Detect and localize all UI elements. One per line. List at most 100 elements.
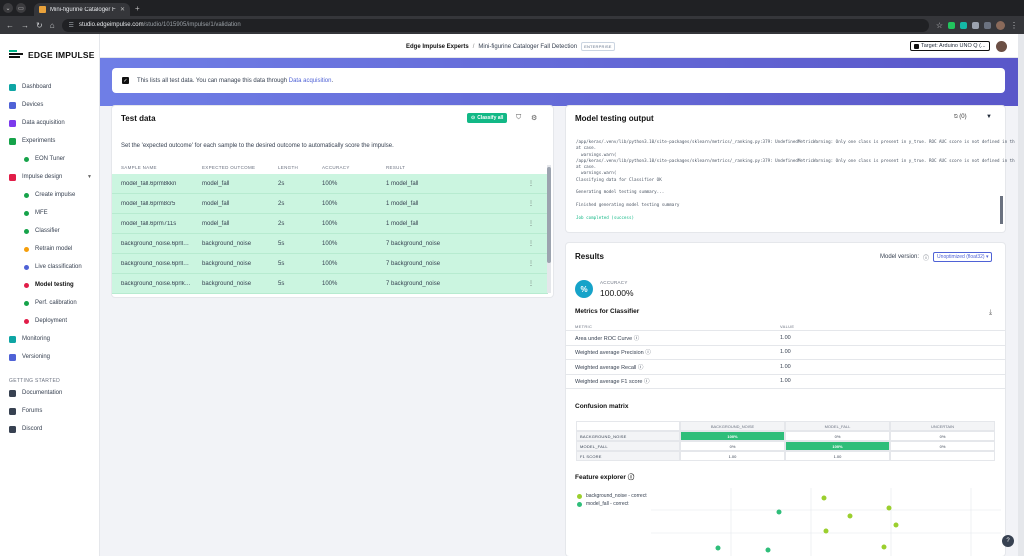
bell-off-icon: ⍉: [954, 114, 958, 120]
filter-icon[interactable]: ⛉: [516, 114, 521, 122]
metric-value: 1.00: [780, 334, 791, 341]
reload-icon[interactable]: ↻: [36, 21, 43, 30]
extension-icon[interactable]: [948, 21, 955, 29]
row-menu-icon[interactable]: ⋮: [516, 280, 546, 287]
sidebar-item-impulse-design[interactable]: Impulse design ▼: [0, 168, 100, 186]
settings-gear-icon[interactable]: ⚙: [531, 114, 537, 122]
table-row[interactable]: model_fall.6prm8kkn model_fall 2s 100% 1 mod…: [112, 174, 548, 194]
sidebar-item-create-impulse[interactable]: Create impulse: [0, 186, 100, 204]
classify-icon: ⊙: [471, 115, 476, 121]
legend-item[interactable]: model_fall - correct: [577, 500, 647, 508]
collapse-caret-icon[interactable]: ▼: [986, 114, 992, 120]
model-testing-icon: [24, 282, 29, 288]
col-sample-name[interactable]: SAMPLE NAME: [112, 165, 192, 173]
edge-impulse-logo-icon: [9, 50, 23, 60]
cell-accuracy: 100%: [322, 280, 338, 287]
data-acquisition-icon: [9, 119, 16, 127]
log-scrollbar[interactable]: [1000, 196, 1003, 224]
sidebar-item-monitoring[interactable]: Monitoring: [0, 330, 100, 348]
extension-icon[interactable]: [960, 21, 967, 29]
output-filter-button[interactable]: ⍉ (0): [954, 114, 967, 121]
browser-menu-icon[interactable]: ⋮: [1010, 21, 1018, 30]
col-result[interactable]: RESULT: [386, 165, 516, 173]
url-path: /studio/1015905/impulse/1/validation: [143, 22, 241, 28]
download-icon[interactable]: ⤓: [989, 309, 992, 317]
breadcrumb-project[interactable]: Mini-figurine Cataloger Fall Detection: [478, 44, 577, 50]
sidebar-item-discord[interactable]: Discord: [0, 420, 100, 438]
sidebar-item-retrain-model[interactable]: Retrain model: [0, 240, 100, 258]
row-menu-icon[interactable]: ⋮: [516, 180, 546, 187]
accuracy-label: ACCURACY: [600, 280, 628, 285]
user-avatar[interactable]: [996, 41, 1007, 52]
metrics-title: Metrics for Classifier: [575, 308, 640, 315]
table-row[interactable]: background_noise.6prlkm... background_noi…: [112, 274, 548, 294]
sidebar-item-eon-tuner[interactable]: EON Tuner: [0, 150, 100, 168]
percent-icon: %: [575, 280, 593, 298]
metric-row: Area under ROC Curve ⓘ 1.00: [566, 331, 1005, 346]
output-title: Model testing output: [575, 114, 654, 123]
logo[interactable]: EDGE IMPULSE: [0, 34, 99, 64]
sidebar-item-classifier[interactable]: Classifier: [0, 222, 100, 240]
new-tab-icon[interactable]: +: [135, 4, 140, 13]
target-device-button[interactable]: Target: Arduino UNO Q (...: [910, 41, 990, 51]
sidebar-item-data-acquisition[interactable]: Data acquisition: [0, 114, 100, 132]
bookmark-star-icon[interactable]: ☆: [936, 21, 943, 30]
row-menu-icon[interactable]: ⋮: [516, 240, 546, 247]
sidebar-item-deployment[interactable]: Deployment: [0, 312, 100, 330]
sidepanel-icon[interactable]: [984, 21, 991, 29]
browser-tab[interactable]: Mini-figurine Cataloger Fall De ✕: [34, 3, 130, 16]
sidebar-item-perf-calibration[interactable]: Perf. calibration: [0, 294, 100, 312]
table-scrollbar[interactable]: [547, 165, 551, 293]
legend-item[interactable]: background_noise - correct: [577, 492, 647, 500]
window-menu-icon[interactable]: ⌄: [3, 3, 13, 13]
output-log: /app/keras/.venv/lib/python3.10/site-pac…: [576, 139, 1015, 221]
cell-result: 7 background_noise: [386, 280, 441, 287]
sidebar-item-dashboard[interactable]: Dashboard: [0, 78, 100, 96]
sidebar-item-forums[interactable]: Forums: [0, 402, 100, 420]
sidebar-item-model-testing[interactable]: Model testing: [0, 276, 100, 294]
legend-swatch: [577, 493, 582, 499]
experiments-icon: [9, 137, 16, 145]
row-menu-icon[interactable]: ⋮: [516, 220, 546, 227]
sidebar-item-versioning[interactable]: Versioning: [0, 348, 100, 366]
sidebar-item-devices[interactable]: Devices: [0, 96, 100, 114]
site-info-icon[interactable]: ☰: [69, 22, 74, 29]
url-input[interactable]: ☰ studio.edgeimpulse.com/studio/1015905/…: [61, 18, 929, 32]
col-expected-outcome[interactable]: EXPECTED OUTCOME: [192, 165, 278, 173]
log-line: /app/keras/.venv/lib/python3.10/site-pac…: [576, 139, 1015, 144]
sidebar-item-documentation[interactable]: Documentation: [0, 384, 100, 402]
col-length[interactable]: LENGTH: [278, 165, 322, 173]
cell-result: 1 model_fall: [386, 220, 419, 227]
model-version-select[interactable]: Unoptimized (float32) ▾: [933, 252, 993, 262]
browser-tab-bar: ⌄ ▭ Mini-figurine Cataloger Fall De ✕ +: [0, 0, 1024, 16]
row-menu-icon[interactable]: ⋮: [516, 200, 546, 207]
breadcrumb-org[interactable]: Edge Impulse Experts: [406, 44, 469, 50]
data-acquisition-link[interactable]: Data acquisition: [289, 78, 332, 84]
back-icon[interactable]: ←: [6, 21, 14, 30]
profile-avatar[interactable]: [996, 20, 1005, 30]
classify-all-button[interactable]: ⊙ Classify all: [467, 113, 508, 123]
page-scrollbar[interactable]: [1018, 34, 1024, 556]
cm-cell: [890, 451, 995, 461]
close-tab-icon[interactable]: ✕: [120, 6, 125, 13]
help-chat-icon[interactable]: ?: [1002, 535, 1014, 547]
table-row[interactable]: background_noise.6prll426 background_nois…: [112, 254, 548, 274]
tab-groups-icon[interactable]: ▭: [16, 3, 26, 13]
table-row[interactable]: model_fall.6prm711s model_fall 2s 100% 1 mod…: [112, 214, 548, 234]
forward-icon[interactable]: →: [21, 21, 29, 30]
metric-name: Weighted average F1 score: [575, 379, 643, 386]
home-icon[interactable]: ⌂: [50, 21, 55, 30]
dashboard-icon: [9, 83, 16, 91]
table-row[interactable]: model_fall.6prm8cr5 model_fall 2s 100% 1 mod…: [112, 194, 548, 214]
extensions-puzzle-icon[interactable]: [972, 21, 979, 29]
sidebar-item-experiments[interactable]: Experiments: [0, 132, 100, 150]
col-accuracy[interactable]: ACCURACY: [322, 165, 386, 173]
sidebar-item-live-classification[interactable]: Live classification: [0, 258, 100, 276]
row-menu-icon[interactable]: ⋮: [516, 260, 546, 267]
table-row[interactable]: background_noise.6prlln24 background_nois…: [112, 234, 548, 254]
cell-expected: background_noise: [202, 260, 252, 267]
checklist-icon: ✓: [122, 77, 129, 84]
sidebar-item-mfe[interactable]: MFE: [0, 204, 100, 222]
feature-point: [886, 505, 892, 511]
feature-explorer-plot[interactable]: [651, 488, 1001, 556]
